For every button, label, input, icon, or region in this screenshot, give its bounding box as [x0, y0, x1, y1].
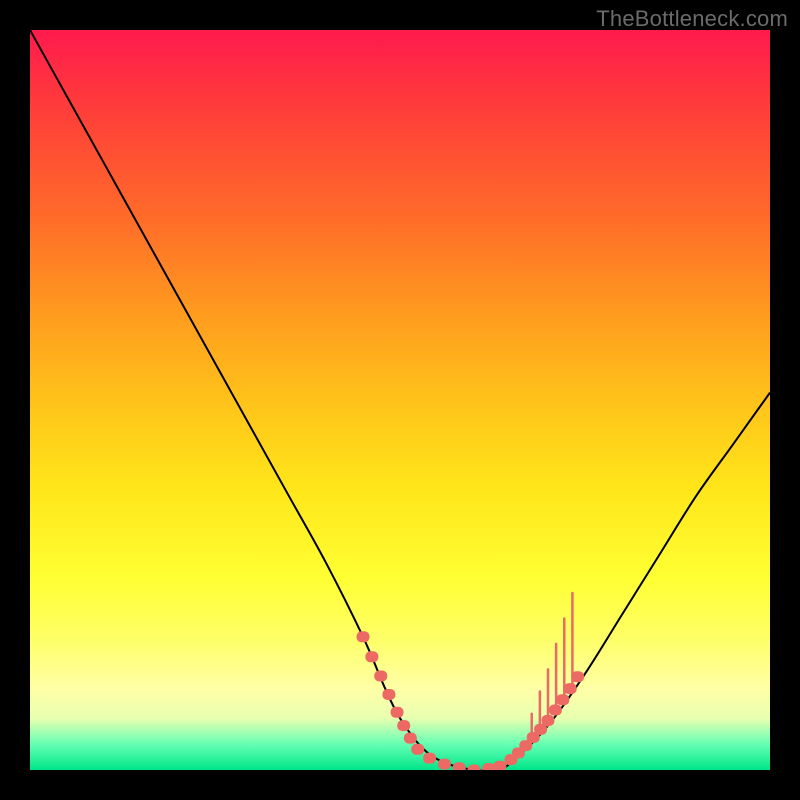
watermark-text: TheBottleneck.com [596, 6, 788, 32]
highlight-dot [493, 761, 506, 770]
highlight-dot [549, 705, 562, 716]
highlight-dot [423, 753, 436, 764]
highlight-dot [404, 733, 417, 744]
highlight-dot [411, 744, 424, 755]
chart-svg [30, 30, 770, 770]
highlight-dot [453, 762, 466, 770]
highlight-dot [365, 651, 378, 662]
highlight-dot [382, 689, 395, 700]
highlight-dot [571, 671, 584, 682]
highlight-dot [374, 671, 387, 682]
bottleneck-curve [30, 30, 770, 770]
highlight-dot [357, 631, 370, 642]
highlight-dot [438, 759, 451, 770]
highlight-dot [556, 694, 569, 705]
highlight-dot [391, 707, 404, 718]
highlight-dot [468, 765, 481, 771]
highlight-dot [397, 720, 410, 731]
highlight-dot [564, 683, 577, 694]
highlight-dot [542, 715, 555, 726]
highlight-dot [482, 763, 495, 770]
